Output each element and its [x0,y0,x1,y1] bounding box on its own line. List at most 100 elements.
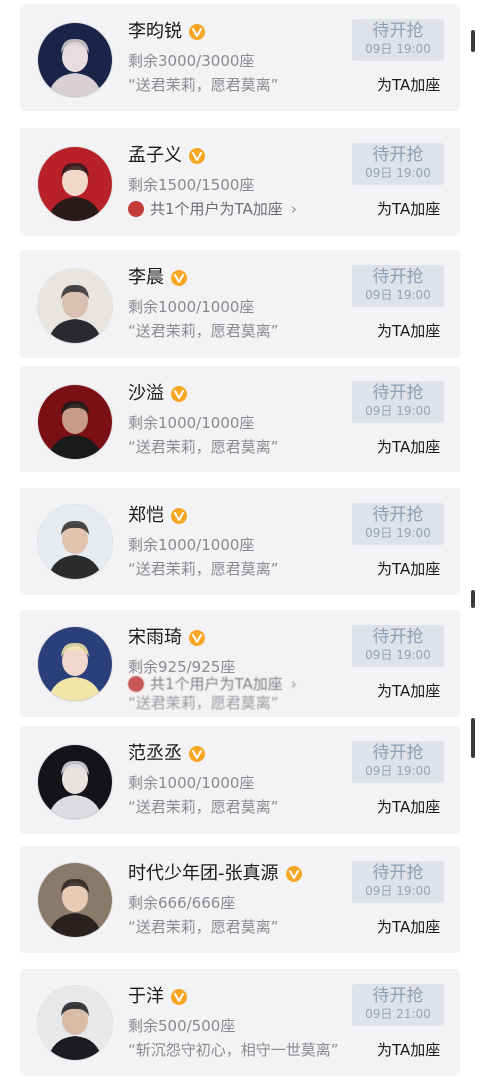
status-label: 待开抢 [372,986,424,1006]
open-time: 09日 19:00 [365,764,431,778]
add-seat-button[interactable]: 为TA加座 [377,437,440,457]
verified-badge-icon [170,988,188,1006]
name-text: 沙溢 [128,383,164,404]
name-text: 范丞丞 [128,743,182,764]
avatar[interactable] [37,862,113,938]
remaining-seats: 剩余666/666座 [128,894,236,912]
grab-status-button[interactable]: 待开抢 09日 19:00 [352,625,444,667]
celebrity-card[interactable]: 宋雨琦 剩余925/925座 共1个用户为TA加座 › “送君茉莉，愿君莫离” 待开抢 09… [20,610,460,717]
verified-badge-icon [188,745,206,763]
add-seat-button[interactable]: 为TA加座 [377,199,440,219]
avatar[interactable] [37,22,113,98]
verified-badge-icon [188,147,206,165]
remaining-seats: 剩余3000/3000座 [128,52,255,70]
slogan: “送君茉莉，愿君莫离” [128,560,279,578]
status-label: 待开抢 [372,145,424,165]
remaining-seats: 剩余500/500座 [128,1017,236,1035]
slogan: “送君茉莉，愿君莫离” [128,694,279,712]
celebrity-seat-list: 李昀锐 剩余3000/3000座 “送君茉莉，愿君莫离” 待开抢 09日 19:00 为T… [0,0,480,1080]
open-time: 09日 19:00 [365,884,431,898]
remaining-seats: 剩余1000/1000座 [128,414,255,432]
grab-status-button[interactable]: 待开抢 09日 19:00 [352,741,444,783]
scrollbar-thumb[interactable] [471,30,475,52]
avatar[interactable] [37,146,113,222]
avatar[interactable] [37,268,113,344]
add-seat-button[interactable]: 为TA加座 [377,559,440,579]
scrollbar-thumb[interactable] [471,718,475,758]
name-text: 李晨 [128,267,164,288]
open-time: 09日 19:00 [365,288,431,302]
avatar[interactable] [37,384,113,460]
verified-badge-icon [170,269,188,287]
verified-badge-icon [188,23,206,41]
grab-status-button[interactable]: 待开抢 09日 19:00 [352,381,444,423]
avatar[interactable] [37,504,113,580]
avatar[interactable] [37,626,113,702]
add-seat-button[interactable]: 为TA加座 [377,75,440,95]
chevron-right-icon: › [290,675,297,693]
celebrity-card[interactable]: 沙溢剩余1000/1000座 “送君茉莉，愿君莫离” 待开抢 09日 19:00 为TA… [20,366,460,472]
open-time: 09日 19:00 [365,526,431,540]
remaining-seats: 剩余1000/1000座 [128,298,255,316]
status-label: 待开抢 [372,267,424,287]
status-label: 待开抢 [372,383,424,403]
grab-status-button[interactable]: 待开抢 09日 19:00 [352,861,444,903]
celebrity-card[interactable]: 李晨 剩余1000/1000座 “送君茉莉，愿君莫离” 待开抢 09日 19:00 为TA… [20,250,460,358]
open-time: 09日 19:00 [365,648,431,662]
open-time: 09日 19:00 [365,404,431,418]
verified-badge-icon [170,507,188,525]
supporters-link[interactable]: 共1个用户为TA加座 › [128,674,297,694]
status-label: 待开抢 [372,863,424,883]
verified-badge-icon [188,629,206,647]
name-text: 孟子义 [128,145,182,166]
chevron-right-icon: › [290,200,297,218]
celebrity-name: 沙溢 [128,382,188,406]
add-seat-button[interactable]: 为TA加座 [377,917,440,937]
slogan: “送君茉莉，愿君莫离” [128,76,279,94]
open-time: 09日 21:00 [365,1007,431,1021]
name-text: 时代少年团-张真源 [128,863,279,884]
grab-status-button[interactable]: 待开抢 09日 19:00 [352,143,444,185]
slogan: “送君茉莉，愿君莫离” [128,798,279,816]
slogan: “斩沉怨守初心，相守一世莫离” [128,1041,339,1059]
celebrity-card[interactable]: 时代少年团-张真源 剩余666/666座 “送君茉莉，愿君莫离” 待开抢 09日 19:… [20,846,460,953]
celebrity-card[interactable]: 郑恺剩余1000/1000座 “送君茉莉，愿君莫离” 待开抢 09日 19:00 为TA… [20,488,460,595]
grab-status-button[interactable]: 待开抢 09日 21:00 [352,984,444,1026]
celebrity-card[interactable]: 李昀锐剩余3000/3000座 “送君茉莉，愿君莫离” 待开抢 09日 19:00 为T… [20,4,460,111]
name-text: 郑恺 [128,505,164,526]
celebrity-name: 郑恺 [128,504,188,528]
celebrity-name: 时代少年团-张真源 [128,862,303,886]
name-text: 于洋 [128,986,164,1007]
grab-status-button[interactable]: 待开抢 09日 19:00 [352,503,444,545]
supporters-text: 共1个用户为TA加座 [150,675,283,693]
supporters-text: 共1个用户为TA加座 [150,200,283,218]
add-seat-button[interactable]: 为TA加座 [377,1040,440,1060]
supporter-avatar [128,676,144,692]
celebrity-card[interactable]: 范丞丞剩余1000/1000座 “送君茉莉，愿君莫离” 待开抢 09日 19:00 为T… [20,726,460,834]
add-seat-button[interactable]: 为TA加座 [377,797,440,817]
avatar[interactable] [37,744,113,820]
grab-status-button[interactable]: 待开抢 09日 19:00 [352,19,444,61]
celebrity-name: 于洋 [128,985,188,1009]
celebrity-name: 孟子义 [128,144,206,168]
avatar[interactable] [37,985,113,1061]
status-label: 待开抢 [372,505,424,525]
remaining-seats: 剩余1000/1000座 [128,536,255,554]
status-label: 待开抢 [372,21,424,41]
grab-status-button[interactable]: 待开抢 09日 19:00 [352,265,444,307]
remaining-seats: 剩余1500/1500座 [128,176,255,194]
verified-badge-icon [285,865,303,883]
celebrity-card[interactable]: 孟子义剩余1500/1500座共1个用户为TA加座 › 待开抢 09日 19:00 为T… [20,128,460,236]
celebrity-name: 范丞丞 [128,742,206,766]
celebrity-card[interactable]: 于洋剩余500/500座 “斩沉怨守初心，相守一世莫离” 待开抢 09日 21:00 为… [20,969,460,1076]
celebrity-name: 李昀锐 [128,20,206,44]
supporter-avatar [128,201,144,217]
add-seat-button[interactable]: 为TA加座 [377,681,440,701]
name-text: 宋雨琦 [128,627,182,648]
supporters-link[interactable]: 共1个用户为TA加座 › [128,199,297,219]
remaining-seats: 剩余1000/1000座 [128,774,255,792]
scrollbar-thumb[interactable] [471,590,475,608]
status-label: 待开抢 [372,627,424,647]
slogan: “送君茉莉，愿君莫离” [128,438,279,456]
add-seat-button[interactable]: 为TA加座 [377,321,440,341]
